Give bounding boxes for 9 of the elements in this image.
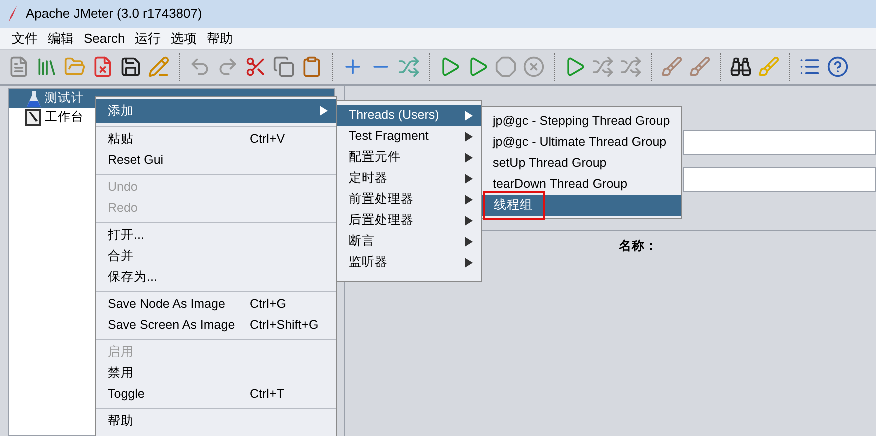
shortcut-text: Ctrl+Shift+G (250, 317, 320, 334)
window-title: Apache JMeter (3.0 r1743807) (26, 5, 202, 24)
shortcut-text: Ctrl+T (250, 386, 286, 404)
highlight-outline: 线程组 (483, 191, 545, 220)
shortcut-text: Ctrl+G (250, 296, 288, 314)
tree-label: 工作台 (45, 109, 84, 126)
name-label: 名称： (619, 238, 658, 255)
tree-label: 测试计 (45, 90, 84, 108)
shortcut-text: Ctrl+V (250, 131, 286, 148)
